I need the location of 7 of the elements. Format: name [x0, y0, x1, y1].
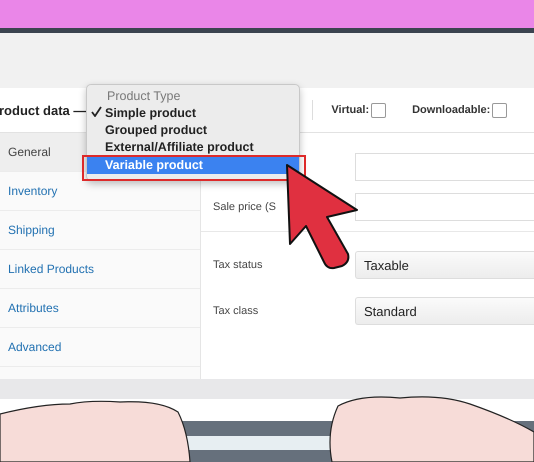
field-label: Sale price (S: [213, 201, 276, 213]
field-label: Tax status: [213, 259, 263, 271]
menu-heading: Product Type: [106, 88, 182, 105]
checkbox-label: Virtual:: [331, 104, 370, 116]
checkbox-label: Downloadable:: [412, 104, 490, 116]
panel-title: roduct data —: [0, 102, 86, 118]
field-label: Tax class: [213, 305, 258, 317]
